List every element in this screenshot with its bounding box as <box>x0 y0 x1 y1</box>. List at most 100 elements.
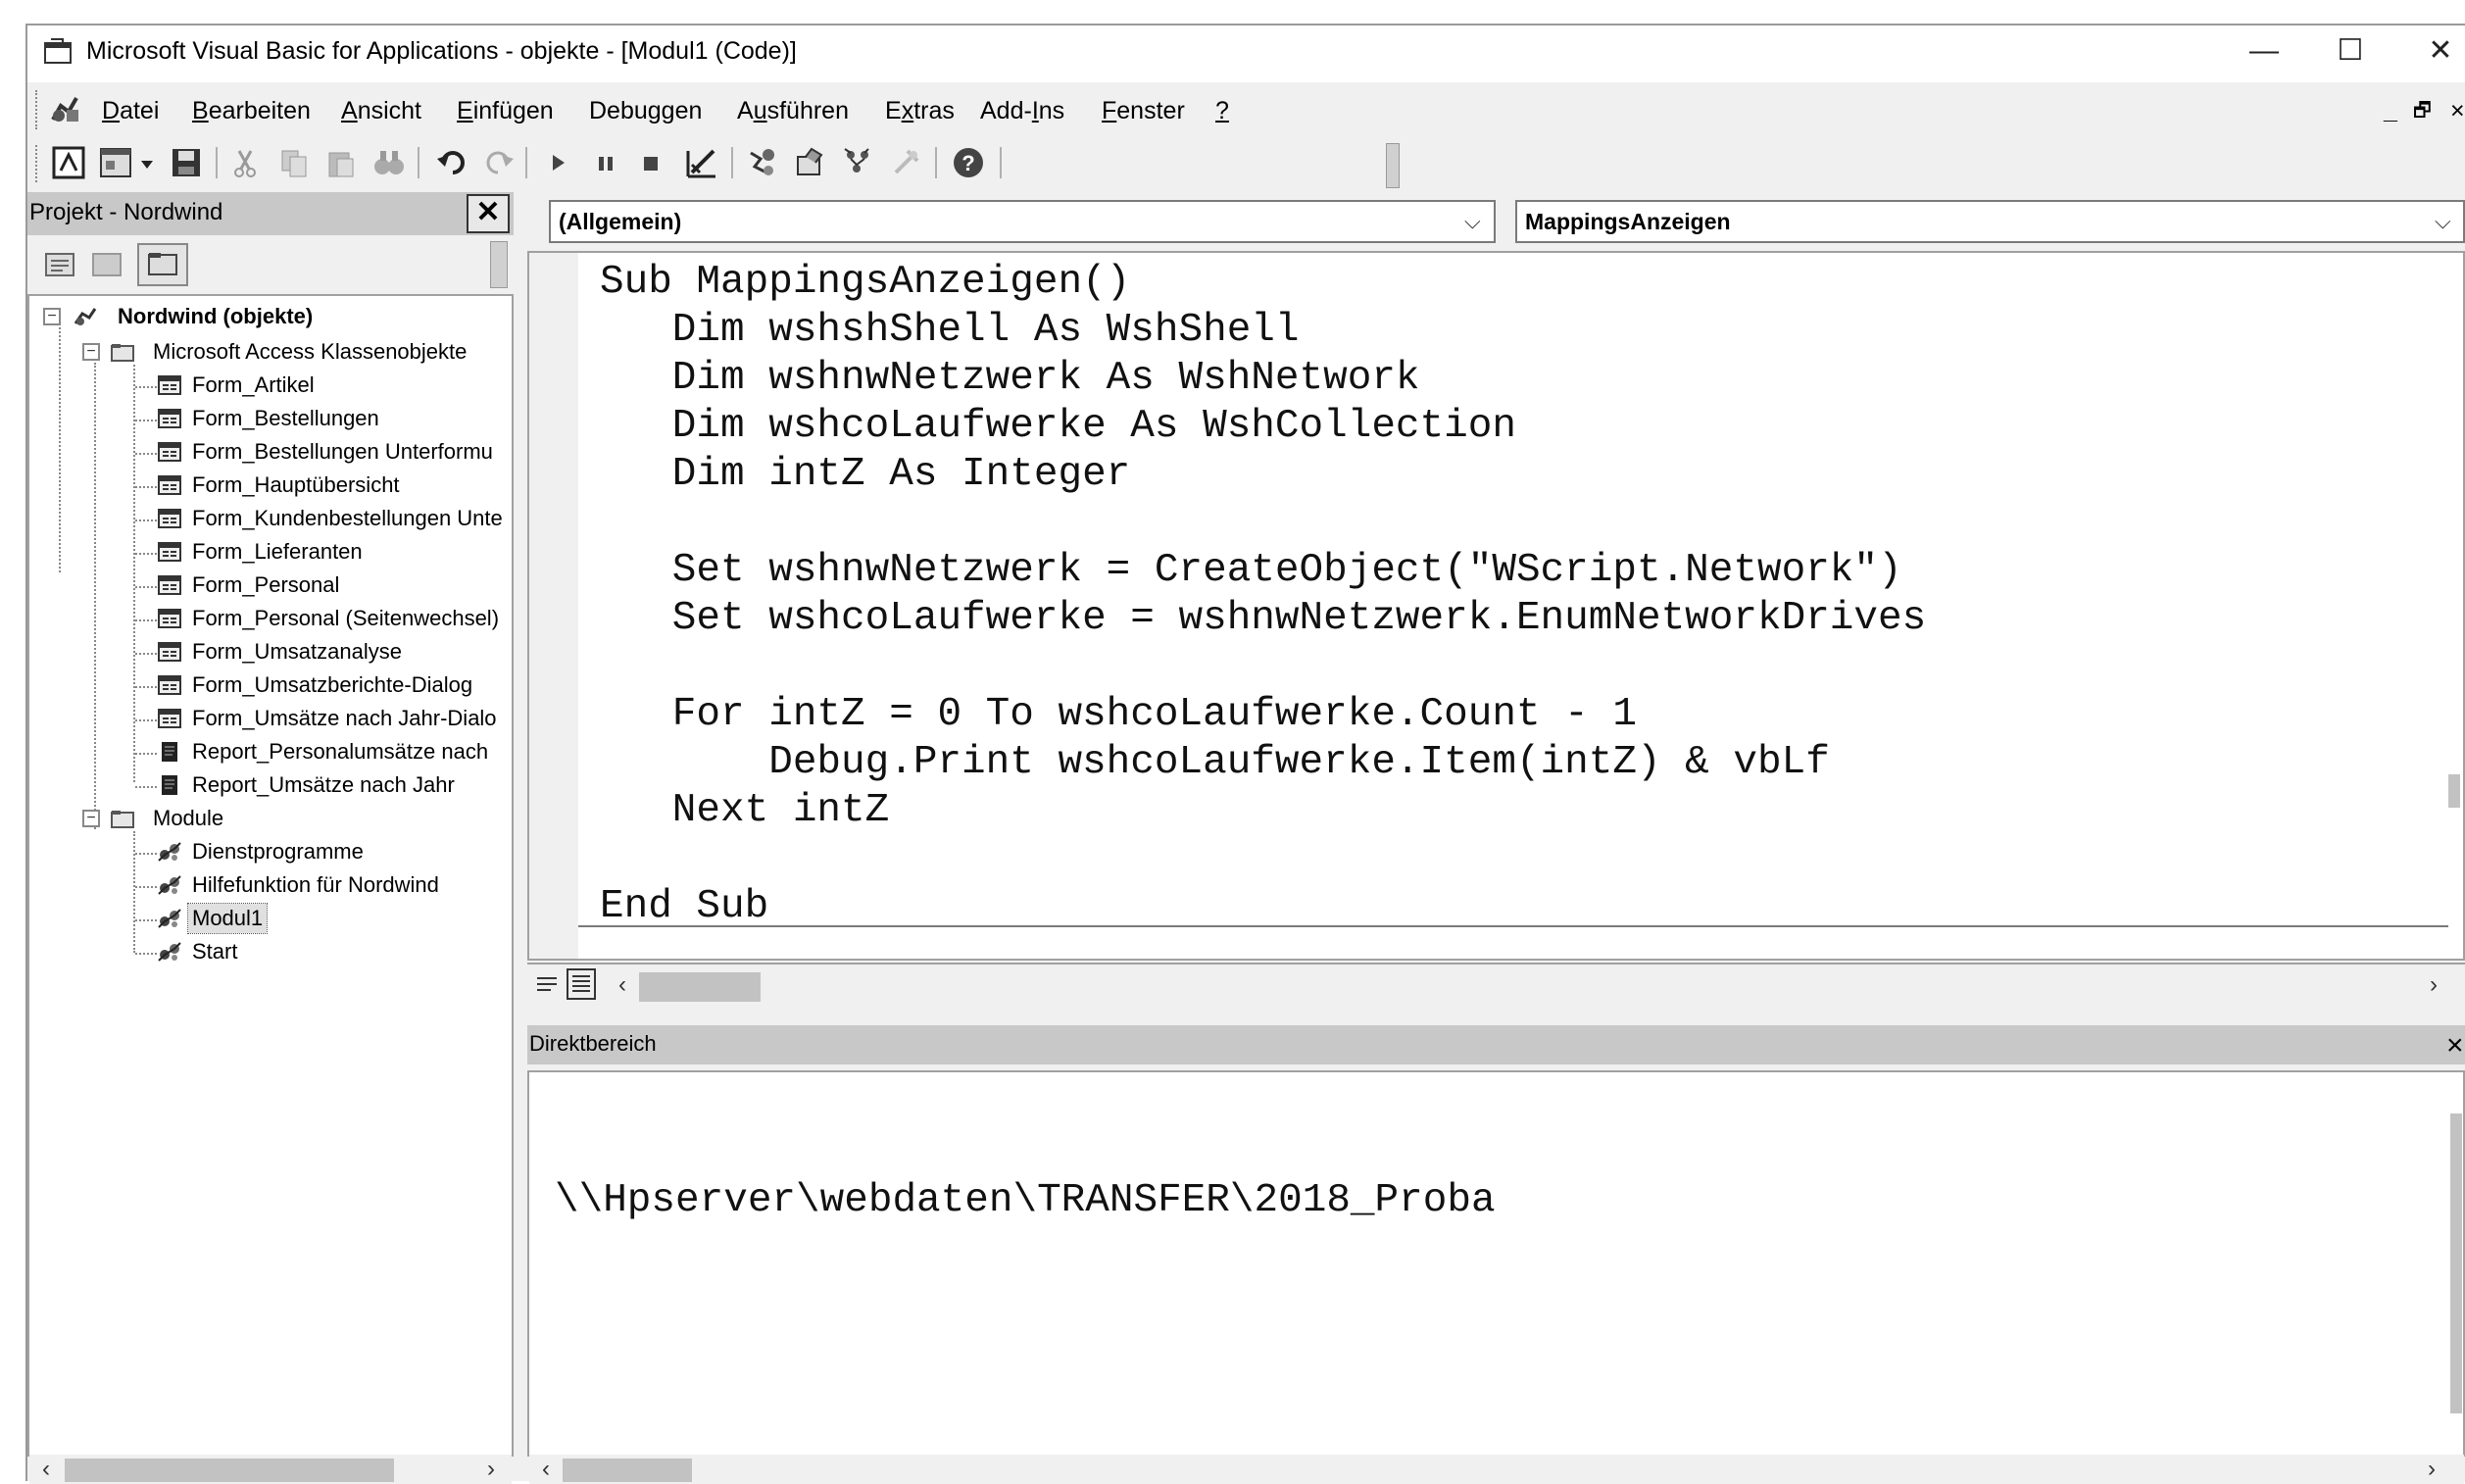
code-line[interactable]: Debug.Print wshcoLaufwerke.Item(intZ) & … <box>600 739 1830 787</box>
tree-item-form[interactable]: Form_Artikel <box>192 371 315 400</box>
tree-folder-label[interactable]: Module <box>153 804 223 833</box>
tree-collapse-folder[interactable]: − <box>82 343 100 361</box>
tree-item-form[interactable]: Form_Personal <box>192 570 339 600</box>
tree-item-module[interactable]: Dienstprogramme <box>192 837 364 866</box>
code-line[interactable]: For intZ = 0 To wshcoLaufwerke.Count - 1 <box>600 691 1637 739</box>
tree-item-form[interactable]: Form_Bestellungen <box>192 404 379 433</box>
code-line[interactable]: Next intZ <box>600 787 889 835</box>
view-object-icon[interactable] <box>90 251 123 278</box>
explorer-toolbar-options[interactable] <box>490 241 508 288</box>
scrollbar-thumb[interactable] <box>639 972 761 1002</box>
break-icon[interactable] <box>588 145 623 180</box>
menu-ausfuehren[interactable]: Ausführen <box>737 94 849 127</box>
mdi-minimize-button[interactable]: _ <box>2384 94 2397 127</box>
save-icon[interactable] <box>169 145 204 180</box>
project-explorer-icon[interactable] <box>745 145 780 180</box>
tree-collapse-root[interactable]: − <box>43 308 61 325</box>
menu-fenster[interactable]: Fenster <box>1102 94 1185 127</box>
code-vscroll-thumb[interactable] <box>2448 774 2460 808</box>
object-combo[interactable]: (Allgemein) <box>549 200 1496 243</box>
tree-item-form[interactable]: Form_Umsatzberichte-Dialog <box>192 670 472 700</box>
tree-item-module[interactable]: Modul1 <box>186 903 269 934</box>
menu-datei[interactable]: Datei <box>102 94 159 127</box>
vba-menu-icon[interactable] <box>47 92 84 127</box>
redo-icon[interactable] <box>480 145 516 180</box>
code-line[interactable]: Dim wshcoLaufwerke As WshCollection <box>600 403 1516 451</box>
scroll-right-arrow[interactable]: › <box>476 1455 506 1484</box>
view-access-icon[interactable] <box>51 145 86 180</box>
tree-collapse-folder[interactable]: − <box>82 810 100 827</box>
toolbox-icon[interactable] <box>888 145 923 180</box>
scroll-right-arrow[interactable]: › <box>2417 1455 2446 1484</box>
code-line[interactable]: Dim wshshShell As WshShell <box>600 307 1300 355</box>
full-module-view-icon[interactable] <box>567 968 596 1000</box>
tree-item-form[interactable]: Form_Kundenbestellungen Unte <box>192 504 503 533</box>
properties-icon[interactable] <box>792 145 827 180</box>
menu-debuggen[interactable]: Debuggen <box>589 94 702 127</box>
menu-extras[interactable]: Extras <box>885 94 955 127</box>
help-icon[interactable]: ? <box>951 145 986 180</box>
toolbar-grip[interactable] <box>35 145 39 182</box>
tree-item-form[interactable]: Form_Lieferanten <box>192 537 363 567</box>
reset-icon[interactable] <box>633 145 668 180</box>
menu-ansicht[interactable]: Ansicht <box>341 94 421 127</box>
code-hscrollbar[interactable] <box>527 963 2465 1008</box>
run-icon[interactable] <box>541 145 576 180</box>
scroll-left-arrow[interactable]: ‹ <box>608 970 637 1000</box>
menu-grip[interactable] <box>35 90 39 129</box>
close-button[interactable]: ✕ <box>2411 29 2465 73</box>
tree-item-form[interactable]: Form_Bestellungen Unterformu <box>192 437 493 467</box>
chevron-down-icon[interactable]: ⌵ <box>1464 202 1481 241</box>
paste-icon[interactable] <box>323 145 359 180</box>
immediate-close-button[interactable]: × <box>2446 1029 2464 1063</box>
toolbar-options-button[interactable] <box>1386 143 1400 188</box>
mdi-restore-button[interactable]: 🗗 <box>2413 94 2432 127</box>
undo-icon[interactable] <box>435 145 470 180</box>
design-mode-icon[interactable] <box>684 145 719 180</box>
tree-item-form[interactable]: Form_Umsätze nach Jahr-Dialo <box>192 704 497 733</box>
immediate-vscroll-thumb[interactable] <box>2450 1113 2462 1413</box>
scrollbar-thumb[interactable] <box>563 1459 692 1482</box>
scrollbar-thumb[interactable] <box>65 1459 394 1482</box>
code-line[interactable]: End Sub <box>600 883 768 931</box>
menu-help[interactable]: ? <box>1215 94 1229 127</box>
cut-icon[interactable] <box>227 145 263 180</box>
tree-item-form[interactable]: Form_Umsatzanalyse <box>192 637 402 667</box>
immediate-hscrollbar[interactable] <box>529 1455 2464 1484</box>
tree-item-form[interactable]: Form_Personal (Seitenwechsel) <box>192 604 499 633</box>
minimize-button[interactable]: — <box>2235 29 2293 73</box>
find-icon[interactable] <box>370 145 406 180</box>
procedure-view-icon[interactable] <box>533 970 561 998</box>
tree-root-label[interactable]: Nordwind (objekte) <box>118 302 313 331</box>
tree-item-form[interactable]: Form_Hauptübersicht <box>192 470 400 500</box>
menu-add-ins[interactable]: Add-Ins <box>980 94 1064 127</box>
code-line[interactable]: Dim wshnwNetzwerk As WshNetwork <box>600 355 1420 403</box>
code-line[interactable]: Dim intZ As Integer <box>600 451 1131 499</box>
menu-einfuegen[interactable]: Einfügen <box>457 94 554 127</box>
code-line[interactable]: Set wshcoLaufwerke = wshnwNetzwerk.EnumN… <box>600 595 1926 643</box>
toggle-folders-button[interactable] <box>137 243 188 286</box>
maximize-button[interactable]: ☐ <box>2321 29 2380 73</box>
code-margin-indicator-bar[interactable] <box>529 253 578 959</box>
tree-item-report[interactable]: Report_Umsätze nach Jahr <box>192 770 455 800</box>
mdi-close-button[interactable]: × <box>2450 94 2465 127</box>
copy-icon[interactable] <box>276 145 312 180</box>
menu-bearbeiten[interactable]: Bearbeiten <box>192 94 311 127</box>
scroll-right-arrow[interactable]: › <box>2419 970 2448 1000</box>
procedure-combo[interactable]: MappingsAnzeigen <box>1515 200 2465 243</box>
code-line[interactable]: Set wshnwNetzwerk = CreateObject("WScrip… <box>600 547 1902 595</box>
project-explorer-close-button[interactable]: ✕ <box>467 194 510 233</box>
code-line[interactable]: Sub MappingsAnzeigen() <box>600 259 1130 307</box>
immediate-window[interactable] <box>527 1070 2465 1457</box>
tree-item-module[interactable]: Hilfefunktion für Nordwind <box>192 870 439 900</box>
chevron-down-icon[interactable]: ⌵ <box>2435 202 2451 241</box>
scroll-left-arrow[interactable]: ‹ <box>531 1455 561 1484</box>
tree-item-report[interactable]: Report_Personalumsätze nach <box>192 737 488 767</box>
tree-item-module[interactable]: Start <box>192 937 237 966</box>
view-code-icon[interactable] <box>43 251 76 278</box>
dropdown-arrow-icon[interactable] <box>139 145 155 180</box>
insert-userform-icon[interactable] <box>98 145 133 180</box>
object-browser-icon[interactable] <box>839 145 874 180</box>
tree-folder-label[interactable]: Microsoft Access Klassenobjekte <box>153 337 467 367</box>
scroll-left-arrow[interactable]: ‹ <box>31 1455 61 1484</box>
